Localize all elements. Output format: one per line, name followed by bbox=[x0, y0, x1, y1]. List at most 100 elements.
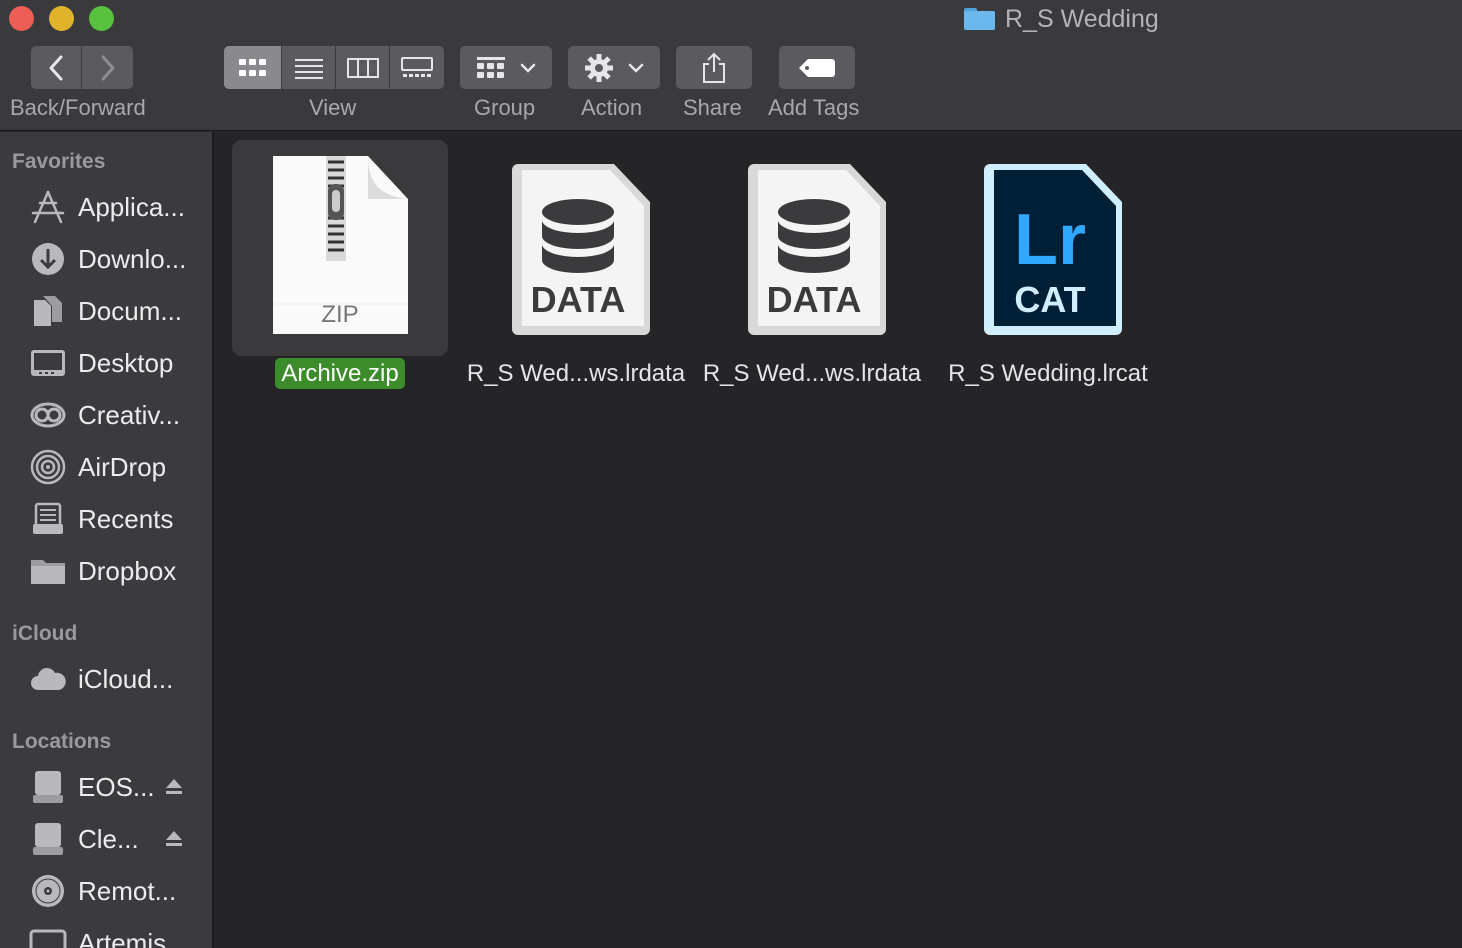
gallery-icon bbox=[401, 56, 433, 77]
sidebar-item-label: Remot... bbox=[78, 875, 177, 906]
view-switcher bbox=[224, 46, 444, 89]
sidebar-item-dropbox[interactable]: Dropbox bbox=[0, 548, 212, 594]
group-button[interactable] bbox=[460, 46, 552, 89]
columns-icon bbox=[346, 57, 379, 78]
computer-icon bbox=[29, 924, 67, 948]
sidebar-item-artemis[interactable]: Artemis bbox=[0, 920, 212, 948]
airdrop-icon bbox=[29, 448, 67, 486]
toolbar: R_S Wedding Back/Forward View Group Acti… bbox=[0, 0, 1462, 131]
sidebar-item-recents[interactable]: Recents bbox=[0, 496, 212, 542]
forward-button[interactable] bbox=[82, 46, 133, 89]
list-icon bbox=[294, 58, 323, 79]
sidebar-item-label: iCloud... bbox=[78, 663, 174, 694]
lightroom-catalog-icon: Lr CAT bbox=[984, 164, 1122, 335]
sidebar-item-label: Creativ... bbox=[78, 399, 181, 430]
file-item-lrcat[interactable]: Lr CAT R_S Wedding.lrcat bbox=[940, 140, 1156, 400]
window-title: R_S Wedding bbox=[964, 4, 1159, 34]
folder-icon bbox=[29, 552, 67, 590]
file-name: R_S Wedding.lrcat bbox=[948, 360, 1148, 387]
sidebar-item-cle-drive[interactable]: Cle... bbox=[0, 816, 212, 862]
sidebar: Favorites Applica... Downlo... Docum... … bbox=[0, 132, 214, 948]
drive-icon bbox=[29, 768, 67, 806]
share-button[interactable] bbox=[676, 46, 752, 89]
sidebar-item-label: Desktop bbox=[78, 347, 174, 378]
share-icon bbox=[703, 52, 725, 83]
back-forward-control bbox=[31, 46, 133, 89]
sidebar-item-airdrop[interactable]: AirDrop bbox=[0, 444, 212, 490]
sidebar-item-label: Applica... bbox=[78, 191, 185, 222]
lightroom-logo-text: Lr bbox=[1014, 200, 1086, 280]
sidebar-item-applications[interactable]: Applica... bbox=[0, 184, 212, 230]
sidebar-item-label: Dropbox bbox=[78, 555, 177, 586]
cloud-icon bbox=[29, 660, 67, 698]
action-label: Action bbox=[581, 95, 643, 120]
disc-icon bbox=[29, 872, 67, 910]
sidebar-item-documents[interactable]: Docum... bbox=[0, 288, 212, 334]
folder-icon bbox=[964, 8, 995, 30]
list-view-button[interactable] bbox=[282, 46, 336, 89]
gear-icon bbox=[585, 53, 613, 82]
view-label: View bbox=[309, 95, 357, 120]
file-name-text: Archive.zip bbox=[275, 358, 405, 389]
group-label: Group bbox=[474, 95, 536, 120]
back-button[interactable] bbox=[31, 46, 82, 89]
icloud-heading: iCloud bbox=[12, 622, 78, 645]
sidebar-item-label: Recents bbox=[78, 503, 174, 534]
desktop-icon bbox=[29, 344, 67, 382]
sidebar-item-eos-drive[interactable]: EOS... bbox=[0, 764, 212, 810]
sidebar-item-remote-disc[interactable]: Remot... bbox=[0, 868, 212, 914]
data-file-icon: DATA bbox=[512, 164, 650, 335]
sidebar-item-label: AirDrop bbox=[78, 451, 167, 482]
file-name: Archive.zip bbox=[212, 358, 468, 389]
chevron-down-icon bbox=[628, 63, 644, 73]
group-grid-icon bbox=[477, 56, 505, 78]
file-item-archive-zip[interactable]: ZIP Archive.zip bbox=[232, 140, 448, 400]
downloads-icon bbox=[29, 240, 67, 278]
file-browser-area[interactable]: ZIP Archive.zip DATA R_S Wed...ws.lrdata bbox=[216, 132, 1462, 948]
tag-icon bbox=[799, 58, 835, 77]
back-forward-label: Back/Forward bbox=[10, 95, 146, 120]
eject-icon[interactable] bbox=[164, 829, 184, 849]
zoom-window-button[interactable] bbox=[89, 6, 114, 31]
sidebar-item-label: Artemis bbox=[78, 927, 167, 948]
sidebar-item-label: Downlo... bbox=[78, 243, 187, 274]
cat-icon-label: CAT bbox=[1014, 279, 1085, 320]
file-name: R_S Wed...ws.lrdata bbox=[702, 360, 922, 387]
window-title-text: R_S Wedding bbox=[1005, 4, 1159, 33]
zip-file-icon: ZIP bbox=[273, 156, 408, 334]
recents-icon bbox=[29, 500, 67, 538]
icon-grid-icon bbox=[238, 58, 266, 76]
applications-icon bbox=[29, 188, 67, 226]
add-tags-label: Add Tags bbox=[768, 95, 860, 120]
column-view-button[interactable] bbox=[336, 46, 390, 89]
sidebar-item-label: EOS... bbox=[78, 771, 155, 802]
chevron-left-icon bbox=[49, 55, 63, 80]
file-name: R_S Wed...ws.lrdata bbox=[466, 360, 686, 387]
sidebar-item-label: Cle... bbox=[78, 823, 139, 854]
data-icon-label: DATA bbox=[531, 279, 626, 320]
share-label: Share bbox=[683, 95, 742, 120]
eject-icon[interactable] bbox=[164, 777, 184, 797]
sidebar-item-desktop[interactable]: Desktop bbox=[0, 340, 212, 386]
creative-cloud-icon bbox=[29, 396, 67, 434]
data-icon-label: DATA bbox=[767, 279, 862, 320]
file-item-lrdata-1[interactable]: DATA R_S Wed...ws.lrdata bbox=[467, 140, 685, 400]
action-button[interactable] bbox=[568, 46, 660, 89]
zip-icon-label: ZIP bbox=[321, 301, 358, 328]
favorites-heading: Favorites bbox=[12, 150, 106, 173]
drive-icon bbox=[29, 820, 67, 858]
icon-view-button[interactable] bbox=[224, 46, 282, 89]
gallery-view-button[interactable] bbox=[390, 46, 444, 89]
file-item-lrdata-2[interactable]: DATA R_S Wed...ws.lrdata bbox=[703, 140, 921, 400]
chevron-down-icon bbox=[520, 63, 536, 73]
add-tags-button[interactable] bbox=[779, 46, 855, 89]
sidebar-item-downloads[interactable]: Downlo... bbox=[0, 236, 212, 282]
chevron-right-icon bbox=[101, 55, 114, 80]
sidebar-item-icloud-drive[interactable]: iCloud... bbox=[0, 656, 212, 702]
minimize-window-button[interactable] bbox=[49, 6, 74, 31]
data-file-icon: DATA bbox=[748, 164, 886, 335]
documents-icon bbox=[29, 292, 67, 330]
close-window-button[interactable] bbox=[9, 6, 34, 31]
sidebar-item-label: Docum... bbox=[78, 295, 183, 326]
sidebar-item-creative-cloud[interactable]: Creativ... bbox=[0, 392, 212, 438]
